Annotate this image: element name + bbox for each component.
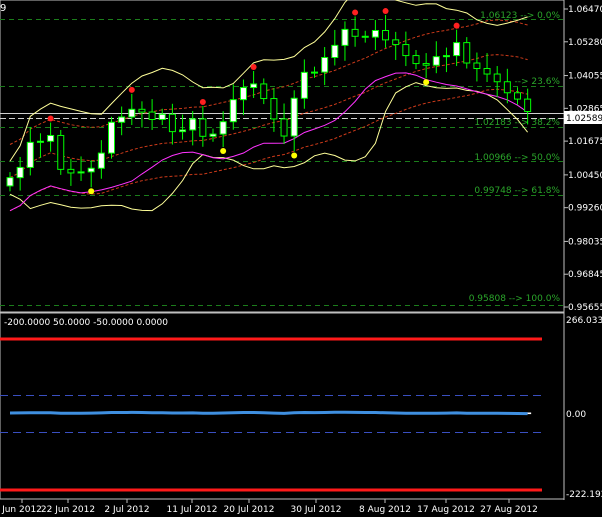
indicator-axis-zero: 0.00 — [566, 410, 586, 420]
bear-candle — [483, 68, 491, 75]
bear-candle — [392, 39, 400, 46]
price-axis: 1.064701.052801.040551.028651.016751.004… — [564, 5, 602, 313]
time-axis-label: 11 Jul 2012 — [167, 505, 218, 515]
bear-candle — [473, 62, 481, 70]
time-axis-label: 8 Aug 2012 — [359, 505, 411, 515]
sell-signal-dot — [47, 115, 54, 122]
indicator-panel-frame — [0, 312, 565, 500]
bull-candle — [311, 71, 318, 74]
time-axis-label: Jun 2012 — [1, 505, 42, 515]
bull-candle — [209, 133, 217, 137]
buy-signal-dot — [220, 148, 227, 155]
buy-signal-dot — [291, 152, 298, 159]
bull-candle — [453, 42, 461, 57]
bull-candle — [26, 141, 34, 168]
bull-candle — [219, 121, 227, 135]
bull-candle — [97, 152, 105, 169]
bull-candle — [158, 113, 166, 120]
bear-candle — [514, 92, 521, 100]
bull-candle — [442, 55, 450, 58]
bear-candle — [168, 113, 176, 133]
bull-candle — [16, 166, 24, 179]
indicator-levels-label: -200.0000 50.0000 -50.0000 0.0000 — [4, 318, 168, 328]
fib-label-61-8: 0.99748 --> 61.8% — [474, 186, 560, 196]
sell-signal-dot — [453, 22, 460, 29]
current-price-label: 1.02589 — [566, 114, 602, 124]
fib-label-100: 0.95808 --> 100.0% — [469, 294, 561, 304]
bull-candle — [179, 129, 187, 133]
bull-candle — [6, 177, 14, 187]
window-title-fragment: 9 — [0, 3, 6, 14]
bear-candle — [524, 98, 532, 113]
bull-candle — [47, 134, 55, 142]
bear-candle — [361, 35, 369, 38]
bear-candle — [57, 134, 65, 170]
fib-label-23-6: --> 23.6% — [515, 77, 561, 87]
bear-candle — [280, 118, 288, 137]
time-axis-label: 20 Jul 2012 — [224, 505, 275, 515]
fib-label-50: 1.00966 --> 50.0% — [474, 153, 560, 163]
bull-candle — [118, 116, 126, 123]
time-axis-label: 22 Jun 2012 — [41, 505, 95, 515]
bear-candle — [402, 44, 410, 57]
price-axis-label: 0.96845 — [568, 270, 602, 280]
bear-candle — [351, 28, 359, 37]
bull-candle — [87, 167, 95, 173]
price-axis-label: 1.06470 — [568, 5, 602, 15]
time-axis-label: 2 Jul 2012 — [104, 505, 149, 515]
buy-signal-dot — [88, 188, 95, 195]
cci-main-line — [9, 410, 528, 416]
indicator-axis-min: -222.1927 — [566, 490, 602, 500]
time-axis-label: 17 Aug 2012 — [417, 505, 475, 515]
price-axis-label: 1.00450 — [568, 171, 602, 181]
bull-candle — [331, 44, 339, 58]
sell-signal-dot — [128, 86, 135, 93]
bull-candle — [36, 140, 44, 143]
bear-candle — [382, 29, 390, 41]
bear-candle — [67, 168, 75, 174]
bull-candle — [128, 108, 136, 118]
bull-candle — [108, 121, 115, 154]
price-axis-label: 1.01675 — [568, 137, 602, 147]
bull-candle — [189, 118, 197, 131]
price-axis-label: 0.99260 — [568, 204, 602, 214]
sell-signal-dot — [199, 98, 206, 105]
bear-candle — [270, 98, 278, 120]
time-axis-label: 30 Jul 2012 — [291, 505, 342, 515]
bull-candle — [239, 87, 247, 101]
bear-candle — [463, 42, 471, 64]
bear-candle — [422, 63, 430, 66]
bull-candle — [229, 99, 237, 123]
bear-candle — [503, 81, 511, 94]
sell-signal-dot — [250, 63, 257, 70]
price-axis-label: 0.95655 — [568, 303, 602, 313]
bull-candle — [321, 56, 329, 73]
chart-canvas[interactable]: 9 1.06123 --> 0.0% --> 23.6% 1.02183 -->… — [0, 0, 602, 517]
price-axis-label: 1.05280 — [568, 38, 602, 48]
time-axis: Jun 2012 22 Jun 2012 2 Jul 2012 11 Jul 2012… — [1, 499, 538, 515]
time-axis-label: 27 Aug 2012 — [480, 505, 538, 515]
bull-candle — [341, 28, 349, 46]
sell-signal-dot — [382, 8, 389, 15]
indicator-axis-max: 266.0337 — [566, 316, 602, 326]
bull-candle — [371, 29, 379, 38]
sell-signal-dot — [352, 9, 359, 16]
bear-candle — [493, 73, 501, 83]
bull-candle — [77, 171, 85, 174]
bull-candle — [250, 83, 258, 89]
bear-candle — [260, 83, 268, 100]
bull-candle — [290, 97, 298, 137]
bear-candle — [148, 111, 156, 120]
cci-lines — [9, 410, 528, 416]
price-axis-label: 0.98035 — [568, 237, 602, 247]
bear-candle — [138, 108, 146, 113]
bear-candle — [199, 118, 207, 137]
price-axis-label: 1.04055 — [568, 72, 602, 82]
bull-candle — [432, 56, 440, 66]
bull-candle — [300, 71, 308, 99]
bear-candle — [412, 55, 420, 65]
buy-signal-dot — [423, 79, 430, 86]
